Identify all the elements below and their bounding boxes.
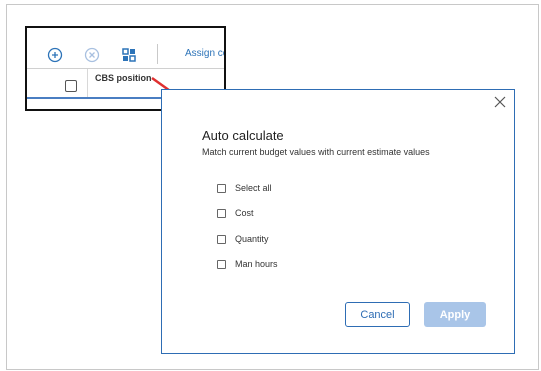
dialog-subtitle: Match current budget values with current…	[202, 147, 430, 157]
option-label: Quantity	[235, 234, 269, 244]
assign-button[interactable]: Assign co	[185, 48, 224, 59]
option-quantity[interactable]: Quantity	[217, 232, 269, 246]
toolbar-separator	[157, 44, 158, 64]
man-hours-checkbox[interactable]	[217, 259, 226, 269]
column-header-cbs-position[interactable]: CBS position	[95, 73, 152, 83]
cancel-button[interactable]: Cancel	[345, 302, 410, 327]
select-all-checkbox[interactable]	[217, 183, 226, 193]
dialog-title: Auto calculate	[202, 128, 284, 143]
option-select-all[interactable]: Select all	[217, 181, 272, 195]
select-all-rows-checkbox[interactable]	[65, 80, 77, 92]
quantity-checkbox[interactable]	[217, 234, 226, 244]
column-divider	[87, 69, 88, 99]
option-label: Cost	[235, 208, 254, 218]
option-label: Select all	[235, 183, 272, 193]
apply-button[interactable]: Apply	[424, 302, 486, 327]
grid-icon[interactable]	[121, 47, 137, 63]
option-man-hours[interactable]: Man hours	[217, 257, 278, 271]
close-icon[interactable]	[492, 94, 508, 110]
toolbar: Assign co	[27, 41, 224, 67]
option-cost[interactable]: Cost	[217, 206, 254, 220]
plus-circle-icon[interactable]	[47, 47, 63, 63]
cost-checkbox[interactable]	[217, 208, 226, 218]
auto-calculate-dialog: Auto calculate Match current budget valu…	[161, 89, 515, 354]
option-label: Man hours	[235, 259, 278, 269]
cancel-circle-icon[interactable]	[84, 47, 100, 63]
